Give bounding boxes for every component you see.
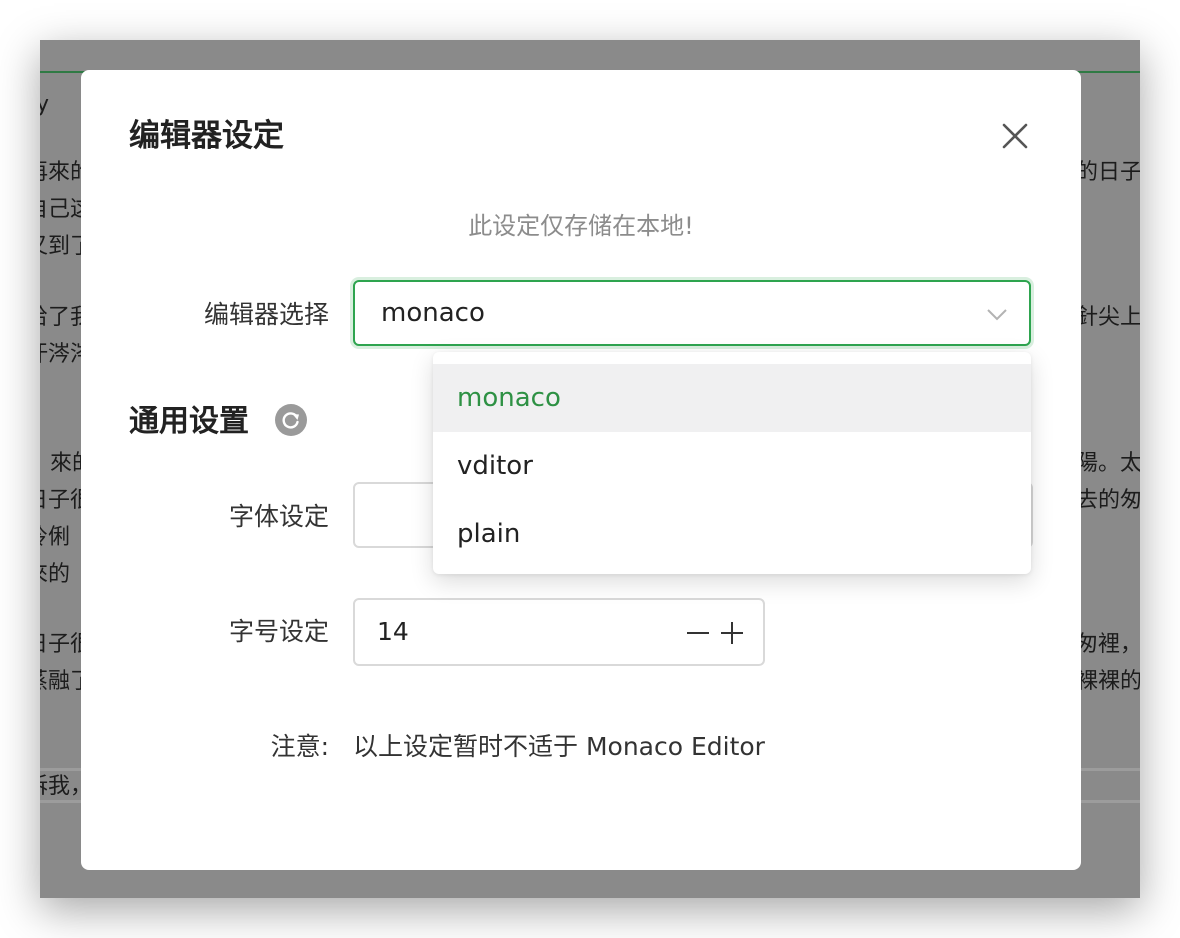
dialog-title: 编辑器设定 — [129, 118, 284, 154]
background-text-line: 的日子 — [1076, 160, 1140, 185]
font-family-label: 字体设定 — [228, 502, 329, 531]
background-text-line: 針尖上 — [1076, 305, 1140, 330]
refresh-icon[interactable] — [275, 404, 307, 436]
general-settings-title: 通用设置 — [129, 404, 249, 439]
minus-icon — [687, 632, 709, 634]
decrement-button[interactable] — [683, 618, 713, 648]
dropdown-option-plain[interactable]: plain — [433, 500, 1031, 568]
font-size-label: 字号设定 — [228, 617, 329, 646]
local-storage-notice: 此设定仅存储在本地! — [468, 212, 694, 240]
background-text-line: 來的 — [40, 562, 71, 587]
background-text-line: y — [40, 92, 50, 117]
close-button[interactable] — [995, 116, 1035, 156]
font-size-value[interactable]: 14 — [377, 615, 409, 649]
note-text: 以上设定暂时不适于 Monaco Editor — [353, 732, 765, 761]
background-text-line: 伶俐 — [40, 525, 71, 550]
plus-icon — [721, 622, 743, 644]
background-text-line: 裸裸的 — [1076, 669, 1140, 694]
font-size-stepper[interactable]: 14 — [353, 598, 765, 666]
close-icon — [1002, 123, 1028, 149]
editor-select-value: monaco — [381, 298, 485, 328]
background-text-line: 去的匆 — [1076, 488, 1140, 513]
editor-select-label: 编辑器选择 — [203, 300, 329, 329]
chevron-down-icon — [987, 309, 1007, 321]
note-label: 注意: — [270, 732, 329, 761]
editor-dropdown-menu: monaco vditor plain — [433, 352, 1031, 574]
background-text-line: 陽。太 — [1076, 451, 1140, 476]
background-text-line: 匆裡， — [1076, 632, 1140, 657]
dropdown-option-monaco[interactable]: monaco — [433, 364, 1031, 432]
increment-button[interactable] — [717, 618, 747, 648]
dropdown-option-vditor[interactable]: vditor — [433, 432, 1031, 500]
editor-select[interactable]: monaco — [353, 280, 1031, 346]
